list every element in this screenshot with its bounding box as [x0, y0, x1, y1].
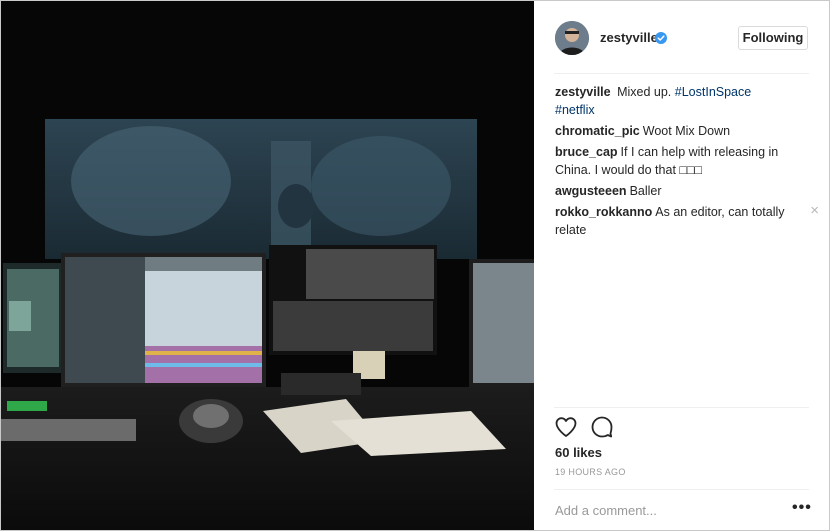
- post-actions: [554, 415, 809, 441]
- comment-icon[interactable]: [590, 415, 614, 439]
- comment-author[interactable]: rokko_rokkanno: [555, 205, 652, 219]
- comment-item: rokko_rokkanno As an editor, can totally …: [555, 202, 819, 239]
- avatar[interactable]: [555, 21, 589, 55]
- hashtag-link[interactable]: #netflix: [555, 103, 595, 117]
- comment-text: Woot Mix Down: [642, 124, 731, 138]
- comment-author[interactable]: chromatic_pic: [555, 124, 640, 138]
- more-options-icon[interactable]: •••: [792, 499, 812, 517]
- heart-icon[interactable]: [554, 415, 578, 439]
- post-modal: zestyville Following zestyville Mixed up…: [0, 0, 830, 531]
- comment-item: awgusteeen Baller: [555, 182, 805, 200]
- post-header: zestyville Following: [534, 1, 829, 73]
- actions-divider: [554, 407, 809, 408]
- comment-list: zestyville Mixed up. #LostInSpace #netfl…: [555, 83, 819, 242]
- studio-photo: [1, 1, 534, 530]
- comment-divider: [554, 489, 809, 490]
- verified-badge-icon: [655, 32, 667, 44]
- post-timestamp: 19 HOURS AGO: [555, 467, 626, 477]
- post-username[interactable]: zestyville: [600, 30, 658, 45]
- following-button[interactable]: Following: [738, 26, 808, 50]
- add-comment-input[interactable]: [555, 501, 775, 519]
- likes-count[interactable]: 60 likes: [555, 445, 602, 460]
- comment-author[interactable]: bruce_cap: [555, 145, 618, 159]
- caption-author[interactable]: zestyville: [555, 85, 611, 99]
- delete-comment-icon[interactable]: ×: [810, 202, 819, 220]
- post-sidebar: zestyville Following zestyville Mixed up…: [534, 1, 829, 530]
- comment-item: bruce_cap If I can help with releasing in…: [555, 143, 805, 179]
- header-divider: [554, 73, 809, 74]
- comment-author[interactable]: awgusteeen: [555, 184, 627, 198]
- hashtag-link[interactable]: #LostInSpace: [675, 85, 751, 99]
- caption: zestyville Mixed up. #LostInSpace #netfl…: [555, 83, 805, 119]
- post-image[interactable]: [1, 1, 534, 530]
- comment-text: Baller: [629, 184, 662, 198]
- comment-item: chromatic_pic Woot Mix Down: [555, 122, 805, 140]
- caption-text: Mixed up.: [617, 85, 672, 99]
